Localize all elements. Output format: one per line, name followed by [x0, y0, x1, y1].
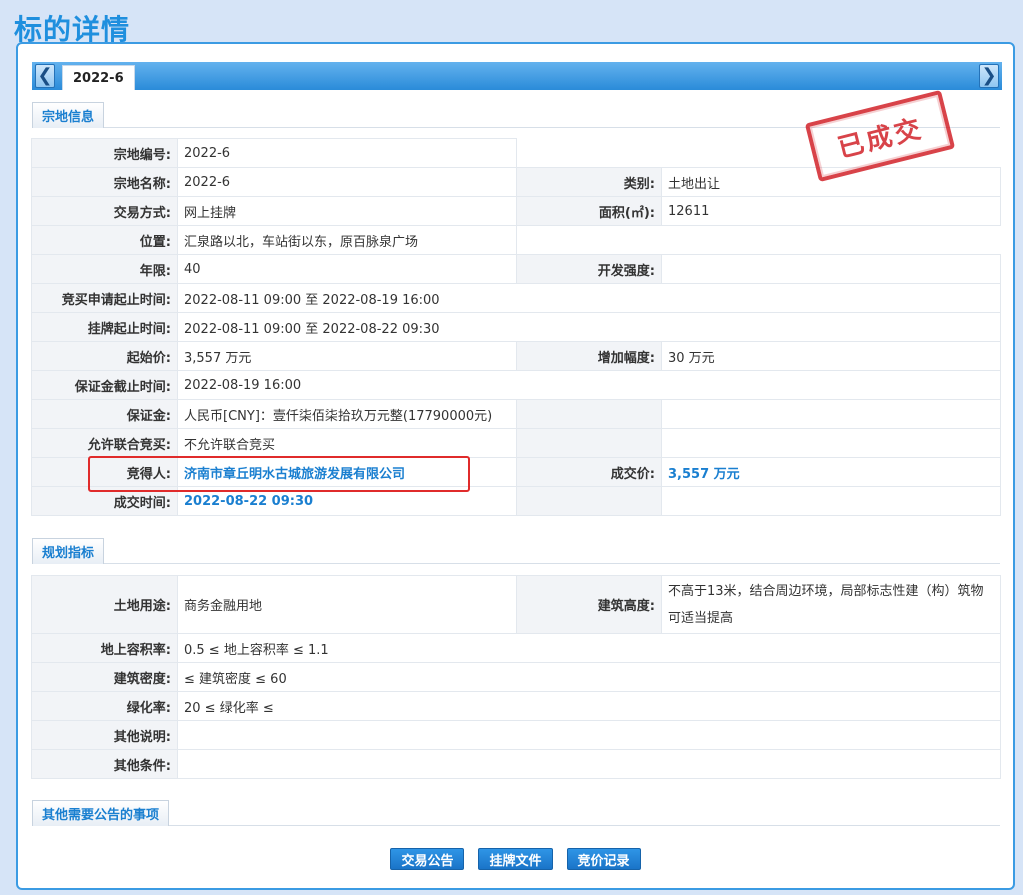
- value-term: 40: [177, 254, 517, 284]
- table-row: 交易方式: 网上挂牌 面积(㎡): 12611: [31, 196, 1001, 226]
- value-other-notes: [177, 720, 1001, 750]
- table-row: 允许联合竞买: 不允许联合竞买: [31, 428, 1001, 458]
- value-joint-bid: 不允许联合竞买: [177, 428, 517, 458]
- winner-link[interactable]: 济南市章丘明水古城旅游发展有限公司: [184, 467, 405, 482]
- table-row: 年限: 40 开发强度:: [31, 254, 1001, 284]
- label-start-price: 起始价:: [31, 341, 178, 371]
- table-row: 成交时间: 2022-08-22 09:30: [31, 486, 1001, 516]
- label-other-conditions: 其他条件:: [31, 749, 178, 779]
- table-row: 建筑密度: ≤ 建筑密度 ≤ 60: [31, 662, 1001, 692]
- label-area: 面积(㎡):: [516, 196, 662, 226]
- value-location: 汇泉路以北，车站街以东，原百脉泉广场: [177, 225, 517, 255]
- section-label-land-info[interactable]: 宗地信息: [32, 102, 105, 128]
- label-location: 位置:: [31, 225, 178, 255]
- label-joint-bid: 允许联合竞买:: [31, 428, 178, 458]
- chevron-left-icon[interactable]: ❮: [35, 64, 55, 88]
- label-listing-period: 挂牌起止时间:: [31, 312, 178, 342]
- land-info-table: 宗地编号: 2022-6 宗地名称: 2022-6 类别: 土地出让 交易方式:…: [31, 138, 1001, 516]
- empty-cell: [661, 486, 1001, 516]
- chevron-right-icon[interactable]: ❯: [979, 64, 999, 88]
- value-density: ≤ 建筑密度 ≤ 60: [177, 662, 1001, 692]
- label-green: 绿化率:: [31, 691, 178, 721]
- table-row: 其他说明:: [31, 720, 1001, 750]
- value-green: 20 ≤ 绿化率 ≤: [177, 691, 1001, 721]
- value-deal-time: 2022-08-22 09:30: [177, 486, 517, 516]
- empty-cell: [516, 428, 662, 458]
- trade-notice-button[interactable]: 交易公告: [390, 848, 465, 870]
- table-row: 其他条件:: [31, 749, 1001, 779]
- value-far: 0.5 ≤ 地上容积率 ≤ 1.1: [177, 633, 1001, 663]
- listing-document-button[interactable]: 挂牌文件: [478, 848, 553, 870]
- label-category: 类别:: [516, 167, 662, 197]
- value-area: 12611: [661, 196, 1001, 226]
- label-trade-mode: 交易方式:: [31, 196, 178, 226]
- table-row: 土地用途: 商务金融用地 建筑高度: 不高于13米，结合周边环境，局部标志性建（…: [31, 575, 1001, 634]
- tab-bar: ❮ 2022-6 ❯: [32, 62, 1002, 90]
- label-deal-price: 成交价:: [516, 457, 662, 487]
- table-row: 竞得人: 济南市章丘明水古城旅游发展有限公司 成交价: 3,557 万元: [31, 457, 1001, 487]
- value-deposit-deadline: 2022-08-19 16:00: [177, 370, 1001, 400]
- table-row: 保证金: 人民币[CNY]：壹仟柒佰柒拾玖万元整(17790000元): [31, 399, 1001, 429]
- table-row: 位置: 汇泉路以北，车站街以东，原百脉泉广场: [31, 225, 1001, 255]
- label-dev-intensity: 开发强度:: [516, 254, 662, 284]
- empty-cell: [661, 399, 1001, 429]
- value-building-height: 不高于13米，结合周边环境，局部标志性建（构）筑物可适当提高: [661, 575, 1001, 634]
- table-row: 地上容积率: 0.5 ≤ 地上容积率 ≤ 1.1: [31, 633, 1001, 663]
- label-winner: 竞得人:: [31, 457, 178, 487]
- empty-cell: [516, 399, 662, 429]
- section-label-other-notices[interactable]: 其他需要公告的事项: [32, 800, 170, 826]
- value-listing-period: 2022-08-11 09:00 至 2022-08-22 09:30: [177, 312, 1001, 342]
- empty-cell: [661, 428, 1001, 458]
- section-other-notices: 其他需要公告的事项: [32, 800, 1000, 826]
- value-dev-intensity: [661, 254, 1001, 284]
- label-density: 建筑密度:: [31, 662, 178, 692]
- value-deal-price: 3,557 万元: [661, 457, 1001, 487]
- planning-table: 土地用途: 商务金融用地 建筑高度: 不高于13米，结合周边环境，局部标志性建（…: [31, 575, 1001, 779]
- label-land-use: 土地用途:: [31, 575, 178, 634]
- table-row: 绿化率: 20 ≤ 绿化率 ≤: [31, 691, 1001, 721]
- label-apply-period: 竞买申请起止时间:: [31, 283, 178, 313]
- label-deposit: 保证金:: [31, 399, 178, 429]
- action-buttons: 交易公告 挂牌文件 竞价记录: [18, 848, 1013, 870]
- label-other-notes: 其他说明:: [31, 720, 178, 750]
- table-row: 起始价: 3,557 万元 增加幅度: 30 万元: [31, 341, 1001, 371]
- label-term: 年限:: [31, 254, 178, 284]
- table-row: 竞买申请起止时间: 2022-08-11 09:00 至 2022-08-19 …: [31, 283, 1001, 313]
- value-parcel-no: 2022-6: [177, 138, 517, 168]
- bid-record-button[interactable]: 竞价记录: [566, 848, 641, 870]
- value-apply-period: 2022-08-11 09:00 至 2022-08-19 16:00: [177, 283, 1001, 313]
- detail-panel: ❮ 2022-6 ❯ 宗地信息 宗地编号: 2022-6 宗地名称: 2022-…: [16, 42, 1015, 890]
- empty-cell: [516, 486, 662, 516]
- label-increment: 增加幅度:: [516, 341, 662, 371]
- value-increment: 30 万元: [661, 341, 1001, 371]
- value-land-use: 商务金融用地: [177, 575, 517, 634]
- label-deposit-deadline: 保证金截止时间:: [31, 370, 178, 400]
- section-label-planning[interactable]: 规划指标: [32, 538, 105, 564]
- value-other-conditions: [177, 749, 1001, 779]
- label-building-height: 建筑高度:: [516, 575, 662, 634]
- value-parcel-name: 2022-6: [177, 167, 517, 197]
- label-deal-time: 成交时间:: [31, 486, 178, 516]
- table-row: 挂牌起止时间: 2022-08-11 09:00 至 2022-08-22 09…: [31, 312, 1001, 342]
- value-trade-mode: 网上挂牌: [177, 196, 517, 226]
- label-parcel-no: 宗地编号:: [31, 138, 178, 168]
- value-start-price: 3,557 万元: [177, 341, 517, 371]
- tab-parcel[interactable]: 2022-6: [62, 65, 135, 90]
- section-planning: 规划指标: [32, 538, 1000, 564]
- value-deposit: 人民币[CNY]：壹仟柒佰柒拾玖万元整(17790000元): [177, 399, 517, 429]
- table-row: 保证金截止时间: 2022-08-19 16:00: [31, 370, 1001, 400]
- label-far: 地上容积率:: [31, 633, 178, 663]
- label-parcel-name: 宗地名称:: [31, 167, 178, 197]
